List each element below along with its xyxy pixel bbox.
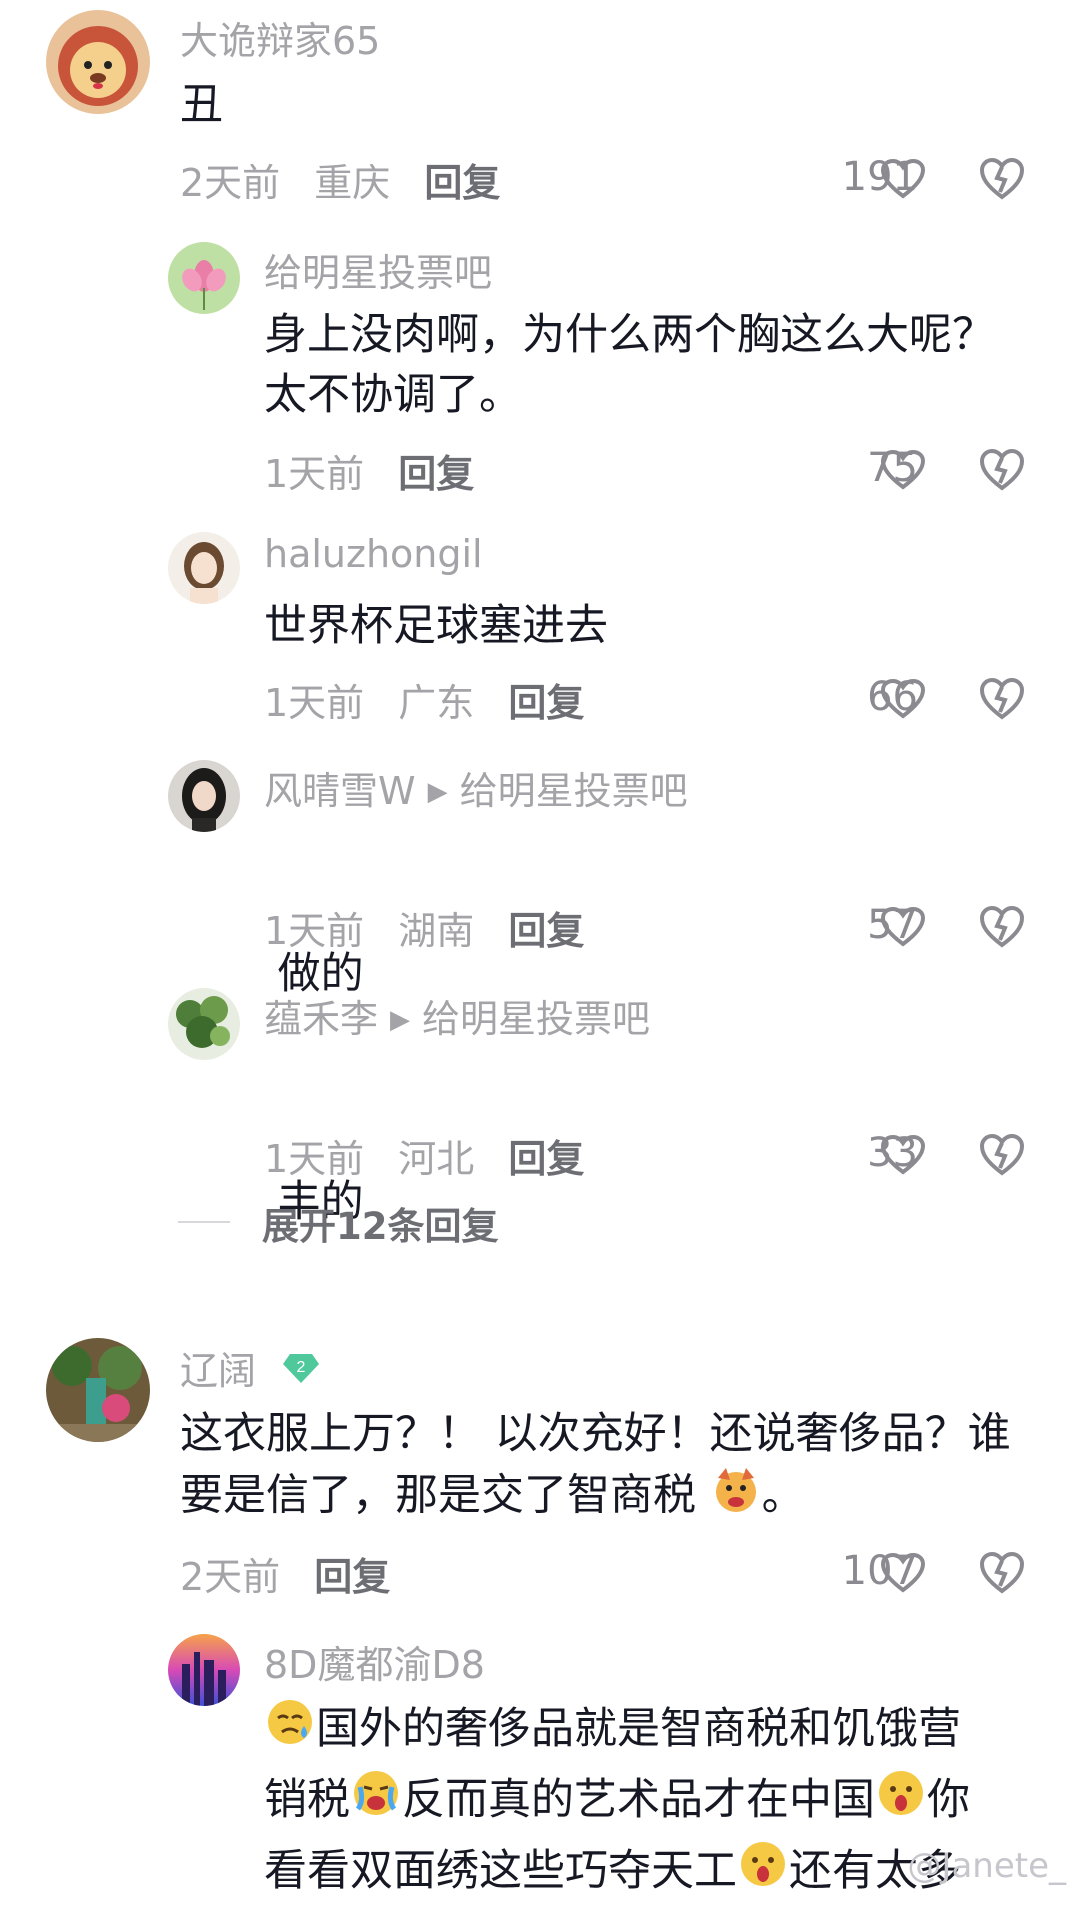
comment-location: 重庆 [314,161,391,205]
reply-username[interactable]: 8D魔都渝D8 [264,1634,485,1689]
reply-to-username[interactable]: 给明星投票吧 [460,769,688,813]
reply-text-line: 国外的奢侈品就是智商税和饥饿营 [264,1696,1064,1767]
comment-text-line: 这衣服上万？！ 以次充好！还说奢侈品？谁 [180,1409,1011,1459]
comment-text-part: 。 [761,1470,805,1521]
watermark: @Janete_ [907,1846,1066,1886]
comment-text: 这衣服上万？！ 以次充好！还说奢侈品？谁 要是信了，那是交了智商税 。 [180,1404,1060,1532]
reply-location: 广东 [398,681,475,725]
reply-meta: 1天前 回复 [264,443,496,498]
dislike-heart-icon[interactable] [978,1550,1026,1596]
heart-icon[interactable] [880,449,926,491]
reply-time: 1天前 [264,1137,365,1181]
play-arrow-icon: ▶ [427,777,448,807]
reply-time: 1天前 [264,452,365,496]
expand-replies-button[interactable]: 展开12条回复 [262,1196,499,1250]
comment-text-line: 要是信了，那是交了智商税 。 [180,1464,1060,1532]
comment-text-part: 要是信了，那是交了智商税 [180,1470,696,1521]
cat-emoji [710,1464,762,1532]
crying-emoji [350,1767,402,1838]
reply-time: 1天前 [264,909,365,953]
surprised-emoji [875,1767,927,1838]
reply-username[interactable]: haluzhongil [264,532,483,576]
reply-button[interactable]: 回复 [508,681,584,725]
comment-username[interactable]: 大诡辩家65 [180,10,380,65]
comment-username-text[interactable]: 辽阔 [180,1349,256,1393]
avatar-woman-photo[interactable] [168,760,240,832]
surprised-emoji [737,1838,789,1909]
reply-username[interactable]: 给明星投票吧 [264,242,492,297]
heart-icon[interactable] [880,678,926,720]
level-badge-icon: 2 [282,1349,320,1393]
reply-text-line: 太不协调了。 [264,370,522,420]
sweat-emoji [264,1696,316,1767]
reply-text-part: 反而真的艺术品才在中国 [402,1775,875,1825]
reply-button[interactable]: 回复 [398,452,474,496]
expand-divider [178,1221,230,1223]
reply-button[interactable]: 回复 [508,1137,584,1181]
reply-button[interactable]: 回复 [508,909,584,953]
play-arrow-icon: ▶ [390,1005,411,1035]
reply-text-part: 销税 [264,1775,350,1825]
heart-icon[interactable] [880,906,926,948]
dislike-heart-icon[interactable] [978,904,1026,950]
heart-icon[interactable] [880,1134,926,1176]
heart-icon[interactable] [880,1552,926,1594]
level-badge-number: 2 [297,1359,306,1376]
comment-meta: 2天前 回复 [180,1546,412,1601]
comment-username[interactable]: 辽阔 2 [180,1340,320,1396]
reply-text-line: 身上没肉啊，为什么两个胸这么大呢？ [264,310,995,360]
reply-username[interactable]: 蕴禾李 ▶ 给明星投票吧 [264,988,650,1043]
reply-button[interactable]: 回复 [424,161,500,205]
dislike-heart-icon[interactable] [978,156,1026,202]
avatar-lion[interactable] [46,10,150,114]
reply-location: 湖南 [398,909,475,953]
reply-location: 河北 [398,1137,475,1181]
heart-icon[interactable] [880,158,926,200]
reply-text: 身上没肉啊，为什么两个胸这么大呢？ 太不协调了。 [264,305,995,425]
reply-meta: 1天前 河北 回复 [264,1128,606,1183]
reply-text-part: 国外的奢侈品就是智商税和饥饿营 [316,1704,961,1754]
dislike-heart-icon[interactable] [978,1132,1026,1178]
reply-time: 1天前 [264,681,365,725]
comment-text: 丑 [180,80,223,130]
reply-username[interactable]: 风晴雪W ▶ 给明星投票吧 [264,760,688,815]
reply-meta: 1天前 广东 回复 [264,672,606,727]
avatar-lotus[interactable] [168,242,240,314]
reply-text-line: 世界杯足球塞进去 [264,601,608,651]
reply-button[interactable]: 回复 [314,1555,390,1599]
reply-text-part: 你 [927,1775,970,1825]
comment-meta: 2天前 重庆 回复 [180,152,522,207]
reply-username-text[interactable]: 风晴雪W [264,769,416,813]
reply-text-part: 看看双面绣这些巧夺天工 [264,1846,737,1896]
reply-text-line: 销税 反而真的艺术品才在中国 你 [264,1767,1064,1838]
avatar-city-skyline[interactable] [168,1634,240,1706]
avatar-garden-photo[interactable] [46,1338,150,1442]
reply-text: 世界杯足球塞进去 [264,596,608,656]
dislike-heart-icon[interactable] [978,447,1026,493]
dislike-heart-icon[interactable] [978,676,1026,722]
avatar-plant-photo[interactable] [168,988,240,1060]
reply-to-username[interactable]: 给明星投票吧 [422,997,650,1041]
avatar-girl-drawing[interactable] [168,532,240,604]
reply-meta: 1天前 湖南 回复 [264,900,606,955]
comment-time: 2天前 [180,161,281,205]
reply-username-text[interactable]: 蕴禾李 [264,997,378,1041]
comment-time: 2天前 [180,1555,281,1599]
